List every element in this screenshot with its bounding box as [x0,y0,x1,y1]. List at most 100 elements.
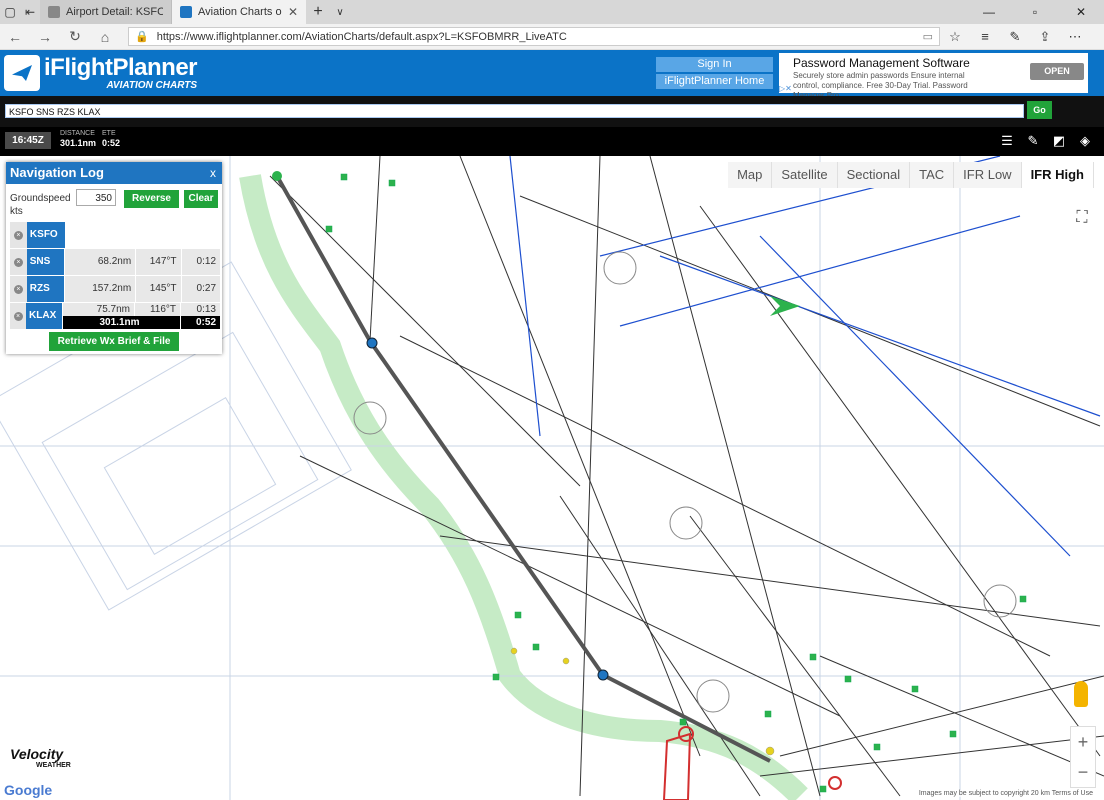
chart-icon[interactable]: ◩ [1046,133,1072,149]
map-credit[interactable]: Images may be subject to copyright 20 km… [915,790,1096,797]
leg-distance: 157.2nm [65,276,136,302]
fullscreen-icon[interactable]: ⛶ [1070,206,1094,230]
route-bar: KSFO SNS RZS KLAX Go [0,96,1104,127]
tab-manager-icon[interactable]: ▢ [0,2,20,22]
waypoint-id[interactable]: SNS [26,249,65,275]
favicon-icon [48,6,60,18]
ad-open-button[interactable]: OPEN [1030,63,1084,80]
leg-course: 147°T [136,249,181,275]
iflightplanner-logo[interactable]: iFlightPlanner AVIATION CHARTS [4,55,198,91]
browser-tab-bar: ▢ ⇤ Airport Detail: KSFO | LiveAT Aviati… [0,0,1104,24]
map-type-sectional[interactable]: Sectional [837,162,911,188]
velocity-text: Velocity [10,746,64,762]
minimize-icon[interactable]: — [966,0,1012,24]
nav-legs: × KSFO × SNS 68.2nm 147°T 0:12 × RZS 157… [10,222,221,330]
tab-aviation-charts[interactable]: Aviation Charts on Goog ✕ [172,0,306,24]
url-text: https://www.iflightplanner.com/AviationC… [156,30,567,43]
address-bar: ← → ↻ ⌂ 🔒 https://www.iflightplanner.com… [0,24,1104,50]
retrieve-wx-brief-button[interactable]: Retrieve Wx Brief & File [49,332,179,351]
favorite-star-icon[interactable]: ☆ [940,29,970,45]
reverse-button[interactable]: Reverse [124,190,179,208]
home-icon[interactable]: ⌂ [90,29,120,45]
brand-subtitle: AVIATION CHARTS [106,79,198,91]
clear-button[interactable]: Clear [184,190,218,208]
favicon-icon [180,6,192,18]
distance-stat: DISTANCE 301.1nm [60,130,96,148]
waypoint-id[interactable]: KSFO [26,222,65,248]
remove-waypoint-button[interactable]: × [10,303,27,329]
tab-title: Aviation Charts on Goog [198,6,282,18]
url-field[interactable]: 🔒 https://www.iflightplanner.com/Aviatio… [128,27,940,46]
groundspeed-label: Groundspeed kts [10,193,71,217]
remove-waypoint-button[interactable]: × [10,249,27,275]
leg-row: × KSFO [10,222,220,249]
leg-distance: 75.7nm [63,303,134,316]
route-input[interactable]: KSFO SNS RZS KLAX [5,104,1024,118]
home-button[interactable]: iFlightPlanner Home [656,74,773,89]
back-icon[interactable]: ← [0,29,30,45]
plane-logo-icon [4,55,40,91]
info-bar: 16:45Z DISTANCE 301.1nm ETE 0:52 ☰ ✎ ◩ ◈ [0,127,1104,156]
groundspeed-input[interactable]: 350 [76,189,116,206]
leg-course: 145°T [136,276,181,302]
remove-icon: × [13,257,23,267]
advertisement[interactable]: Password Management Software Securely st… [779,53,1088,100]
new-tab-icon[interactable]: + [306,3,330,21]
ad-choices-icon[interactable]: ▷✕ [779,84,792,93]
leg-row-total: × KLAX 75.7nm 116°T 0:13 301.1nm 0:52 [10,303,220,330]
notes-icon[interactable]: ✎ [1000,29,1030,45]
remove-icon: × [13,284,23,294]
map-type-ifr-low[interactable]: IFR Low [954,162,1022,188]
more-icon[interactable]: ⋯ [1060,29,1090,45]
map-type-ifr-high[interactable]: IFR High [1021,162,1094,188]
tab-dropdown-icon[interactable]: ∨ [330,7,350,18]
reading-view-icon[interactable]: ▭ [923,30,933,43]
ad-title[interactable]: Password Management Software [793,56,970,70]
navigation-log-panel: Navigation Log x Groundspeed kts 350 Rev… [6,162,222,354]
remove-icon: × [13,230,23,240]
map-type-tac[interactable]: TAC [910,162,955,188]
empty-cell [65,222,220,248]
leg-row: × SNS 68.2nm 147°T 0:12 [10,249,221,276]
remove-icon: × [13,311,23,321]
leg-ete: 0:12 [181,249,221,275]
zoom-in-icon[interactable]: + [1071,727,1095,757]
zoom-out-icon[interactable]: − [1071,757,1095,787]
list-icon[interactable]: ☰ [994,133,1020,149]
leg-row: × RZS 157.2nm 145°T 0:27 [10,276,221,303]
go-button[interactable]: Go [1027,101,1052,119]
remove-waypoint-button[interactable]: × [10,276,27,302]
refresh-icon[interactable]: ↻ [60,28,90,45]
tab-back-icon[interactable]: ⇤ [20,2,40,22]
navlog-close-icon[interactable]: x [210,162,216,184]
tab-close-icon[interactable]: ✕ [288,5,298,19]
map-type-selector: Map Satellite Sectional TAC IFR Low IFR … [728,162,1094,188]
navlog-header: Navigation Log x [6,162,222,184]
waypoint-id[interactable]: KLAX [26,303,62,329]
leg-ete: 0:27 [181,276,221,302]
tab-title: Airport Detail: KSFO | LiveAT [66,6,163,18]
waypoint-id[interactable]: RZS [26,276,65,302]
ete-label: ETE [102,130,116,137]
remove-waypoint-button[interactable]: × [10,222,27,248]
maximize-icon[interactable]: ▫ [1012,0,1058,24]
total-distance: 301.1nm [63,316,180,329]
street-view-pegman-icon[interactable] [1074,681,1088,707]
layers-icon[interactable]: ◈ [1072,133,1098,149]
leg-course: 116°T [135,303,180,316]
forward-icon[interactable]: → [30,29,60,45]
ete-value: 0:52 [102,138,121,148]
total-ete: 0:52 [181,316,220,329]
leg-ete: 0:13 [181,303,220,316]
close-window-icon[interactable]: ✕ [1058,0,1104,24]
velocity-weather-logo: Velocity WEATHER [10,746,71,769]
sign-in-button[interactable]: Sign In [656,57,773,72]
lock-icon: 🔒 [135,31,149,43]
tab-airport-detail[interactable]: Airport Detail: KSFO | LiveAT [40,0,172,24]
map-type-satellite[interactable]: Satellite [772,162,838,188]
map-type-map[interactable]: Map [728,162,773,188]
tools-icon[interactable]: ✎ [1020,133,1046,149]
share-icon[interactable]: ⇪ [1030,29,1060,45]
hub-icon[interactable]: ≡ [970,29,1000,44]
distance-value: 301.1nm [60,138,97,148]
